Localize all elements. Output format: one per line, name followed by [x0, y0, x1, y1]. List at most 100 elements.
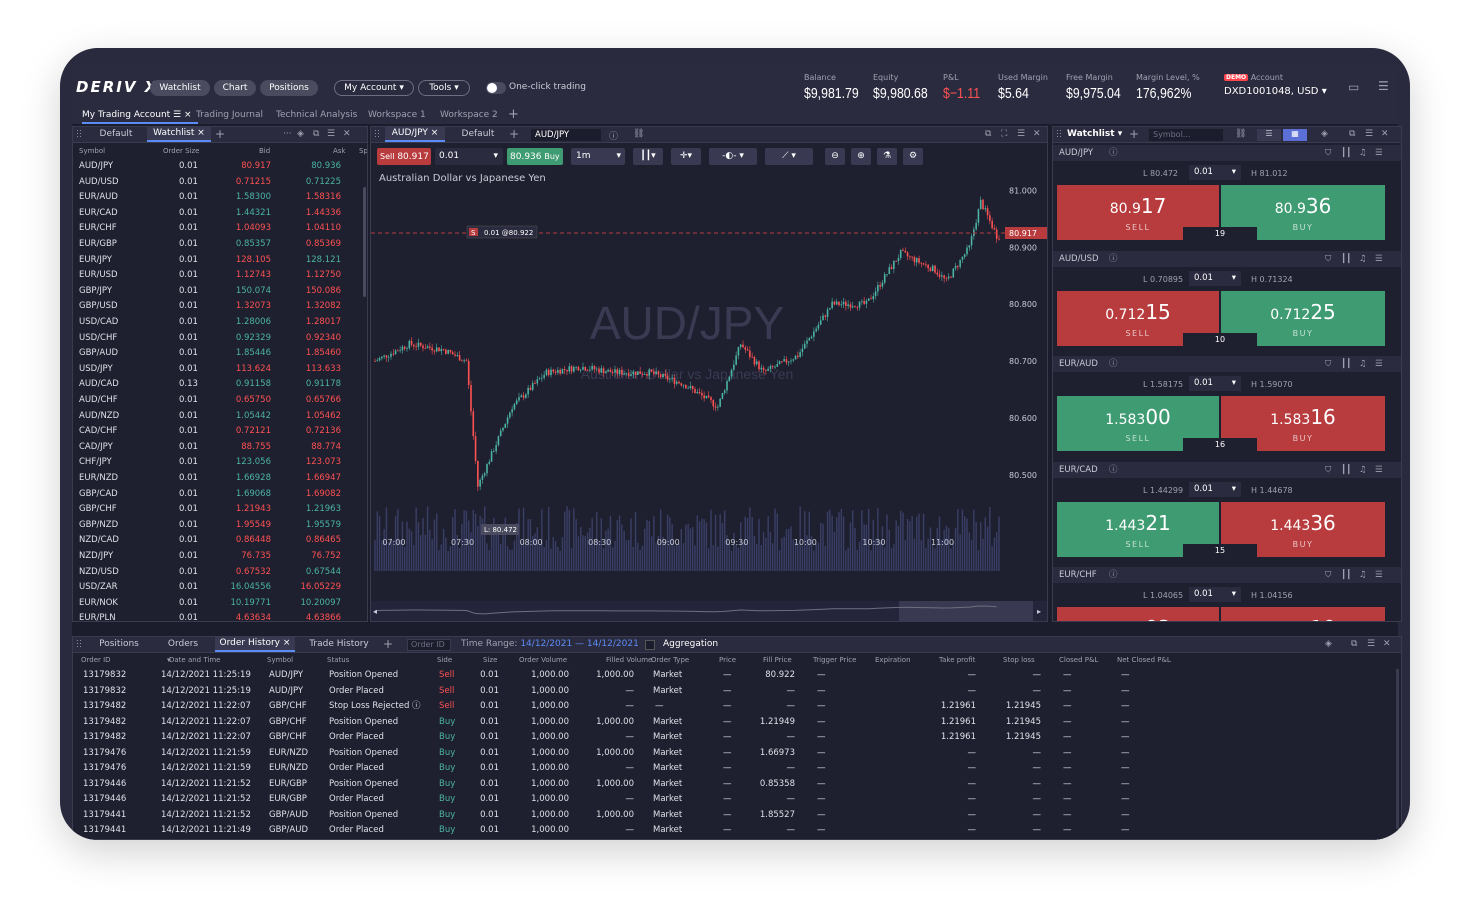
menu-icon[interactable]: ☰	[1017, 129, 1025, 139]
popout-icon[interactable]: ⧉	[313, 129, 319, 139]
nav-right-icon[interactable]: ▸	[1037, 607, 1041, 616]
table-row[interactable]: 13179482 14/12/2021 11:22:07 GBP/CHF Stop L…	[73, 699, 1401, 715]
settings-icon[interactable]: ⚙	[903, 148, 923, 165]
sort-desc-icon[interactable]: ▾	[167, 656, 171, 664]
row-bid[interactable]: 1.58300	[236, 190, 271, 206]
chart-button[interactable]: Chart	[214, 80, 256, 96]
scrollbar[interactable]	[363, 187, 366, 297]
tab-audjpy[interactable]: AUD/JPY ×	[385, 127, 445, 142]
tab-orders[interactable]: Orders	[153, 637, 213, 652]
crosshair-icon[interactable]: ✛▾	[671, 148, 701, 165]
bell-icon[interactable]: ♫	[1359, 462, 1367, 478]
row-bid[interactable]: 1.05442	[236, 409, 271, 425]
add-tab-icon[interactable]: +	[509, 127, 519, 141]
row-ask[interactable]: 0.72136	[306, 424, 341, 440]
watchlist-row[interactable]: AUD/CAD 0.13 0.91158 0.91178	[77, 377, 361, 393]
col-header[interactable]: Fill Price	[763, 656, 792, 664]
watchlist-row[interactable]: EUR/GBP 0.01 0.85357 0.85369	[77, 237, 361, 253]
row-bid[interactable]: 0.92329	[236, 331, 271, 347]
bell-icon[interactable]: ♫	[1359, 145, 1367, 161]
col-header[interactable]: Expiration	[875, 656, 911, 664]
row-bid[interactable]: 0.85357	[236, 237, 271, 253]
row-bid[interactable]: 123.056	[236, 455, 271, 471]
info-icon[interactable]: ⓘ	[1109, 356, 1118, 372]
row-bid[interactable]: 1.85446	[236, 346, 271, 362]
row-ask[interactable]: 1.85460	[306, 346, 341, 362]
close-icon[interactable]: ✕	[1383, 639, 1391, 649]
watchlist-selector[interactable]: Watchlist ▾	[1067, 129, 1122, 139]
bell-icon[interactable]: ♫	[1359, 251, 1367, 267]
tab-watchlist[interactable]: Watchlist ×	[147, 127, 211, 142]
col-header[interactable]: Side	[437, 656, 452, 664]
drag-handle-icon[interactable]	[76, 129, 82, 139]
aggregation-checkbox[interactable]	[645, 640, 655, 650]
row-ask[interactable]: 10.20097	[300, 596, 341, 612]
menu-icon[interactable]: ☰	[1378, 79, 1389, 93]
shield-icon[interactable]: ⛉	[1325, 567, 1331, 583]
watchlist-row[interactable]: EUR/AUD 0.01 1.58300 1.58316	[77, 190, 361, 206]
link-icon[interactable]: ◈	[1321, 129, 1328, 139]
row-ask[interactable]: 1.28017	[306, 315, 341, 331]
watchlist-row[interactable]: GBP/CAD 0.01 1.69068 1.69082	[77, 487, 361, 503]
watchlist-row[interactable]: CAD/CHF 0.01 0.72121 0.72136	[77, 424, 361, 440]
watchlist-row[interactable]: EUR/PLN 0.01 4.63634 4.63866	[77, 611, 361, 621]
watchlist-row[interactable]: USD/JPY 0.01 113.624 113.633	[77, 362, 361, 378]
row-ask[interactable]: 1.44336	[306, 206, 341, 222]
close-icon[interactable]: ✕	[1381, 129, 1389, 139]
close-icon[interactable]: ×	[197, 128, 205, 138]
row-bid[interactable]: 113.624	[236, 362, 271, 378]
row-bid[interactable]: 0.65750	[236, 393, 271, 409]
layout-icon[interactable]: ▭	[1348, 80, 1359, 94]
watchlist-row[interactable]: NZD/JPY 0.01 76.735 76.752	[77, 549, 361, 565]
scrollbar[interactable]	[1396, 669, 1399, 829]
drag-handle-icon[interactable]	[1056, 129, 1062, 139]
table-row[interactable]: 13179476 14/12/2021 11:21:59 EUR/NZD Order …	[73, 761, 1401, 777]
shield-icon[interactable]: ⛉	[1325, 145, 1331, 161]
watchlist-row[interactable]: USD/ZAR 0.01 16.04556 16.05229	[77, 580, 361, 596]
order-marker[interactable]: S 0.01 @80.922	[466, 225, 538, 239]
row-bid[interactable]: 1.28006	[236, 315, 271, 331]
link-icon[interactable]: ◈	[297, 129, 304, 139]
table-row[interactable]: 13179446 14/12/2021 11:21:52 EUR/GBP Order …	[73, 792, 1401, 808]
quantity-dropdown[interactable]: 0.01 ▾	[1189, 587, 1241, 602]
quantity-dropdown[interactable]: 0.01 ▾	[1189, 481, 1241, 497]
watchlist-row[interactable]: EUR/CAD 0.01 1.44321 1.44336	[77, 206, 361, 222]
link-icon[interactable]: ⛓	[1235, 129, 1246, 139]
row-ask[interactable]: 0.86465	[306, 533, 341, 549]
row-bid[interactable]: 0.91158	[236, 377, 271, 393]
quantity-dropdown[interactable]: 0.01 ▾	[1189, 270, 1241, 286]
watchlist-row[interactable]: GBP/JPY 0.01 150.074 150.086	[77, 284, 361, 300]
menu-icon[interactable]: ☰	[1375, 251, 1383, 267]
col-spread[interactable]: Sp	[359, 147, 367, 155]
row-bid[interactable]: 16.04556	[230, 580, 271, 596]
shield-icon[interactable]: ⛉	[1325, 356, 1331, 372]
symbol-input[interactable]: AUD/JPY	[531, 129, 601, 141]
row-ask[interactable]: 128.121	[306, 253, 341, 269]
table-row[interactable]: 13179441 14/12/2021 11:21:52 GBP/AUD Positi…	[73, 808, 1401, 824]
fullscreen-icon[interactable]: ⛶	[1001, 129, 1007, 139]
row-bid[interactable]: 1.66928	[236, 471, 271, 487]
drag-handle-icon[interactable]	[76, 639, 82, 649]
table-row[interactable]: 13179482 14/12/2021 11:22:07 GBP/CHF Order …	[73, 730, 1401, 746]
bell-icon[interactable]: ♫	[1359, 567, 1367, 583]
close-icon[interactable]: ×	[283, 638, 291, 648]
watchlist-row[interactable]: AUD/NZD 0.01 1.05442 1.05462	[77, 409, 361, 425]
menu-icon[interactable]: ☰	[173, 110, 181, 120]
row-bid[interactable]: 1.32073	[236, 299, 271, 315]
menu-icon[interactable]: ☰	[1375, 567, 1383, 583]
row-ask[interactable]: 88.774	[311, 440, 341, 456]
list-view-icon[interactable]: ☰	[1257, 129, 1281, 141]
info-icon[interactable]: ⓘ	[1109, 251, 1118, 267]
chart-icon[interactable]: ┃┃	[1341, 567, 1351, 583]
link-icon[interactable]: ◈	[1325, 639, 1332, 649]
row-ask[interactable]: 0.91178	[306, 377, 341, 393]
col-header[interactable]: Trigger Price	[813, 656, 856, 664]
row-ask[interactable]: 1.04110	[306, 221, 341, 237]
link-icon[interactable]: ⛓	[633, 129, 644, 139]
symbol-search-input[interactable]: Symbol...	[1149, 129, 1223, 141]
sell-button[interactable]: 1.04093	[1057, 607, 1219, 621]
col-header[interactable]: Date and Time	[169, 656, 220, 664]
watchlist-row[interactable]: EUR/USD 0.01 1.12743 1.12750	[77, 268, 361, 284]
table-row[interactable]: 13179482 14/12/2021 11:22:07 GBP/CHF Positi…	[73, 715, 1401, 731]
close-icon[interactable]: ×	[184, 110, 192, 120]
